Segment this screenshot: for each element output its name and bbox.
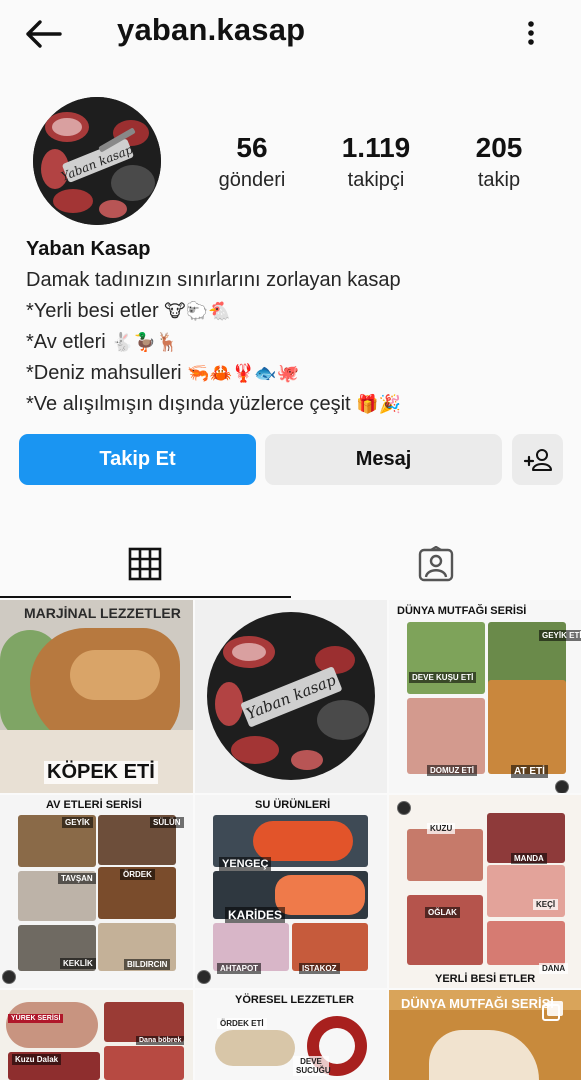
post-tag: GEYİK ETİ <box>539 630 581 641</box>
followers-count[interactable]: 1.119 takipçi <box>326 131 426 195</box>
bio-line-text: *Yerli besi etler <box>26 300 159 322</box>
post-tag: SÜLÜN <box>150 817 184 828</box>
post-tag: TAVŞAN <box>58 873 96 884</box>
tab-tagged[interactable] <box>291 530 581 598</box>
post-tag: YENGEÇ <box>219 857 272 871</box>
follow-button[interactable]: Takip Et <box>19 434 256 485</box>
post-tag: KEKLİK <box>60 958 96 969</box>
post-tag: DOMUZ ETİ <box>427 765 477 776</box>
tab-posts-grid[interactable] <box>0 530 290 598</box>
bio-emoji: 🦐🦀🦞🐟🐙 <box>187 363 300 384</box>
bio-line-text: *Av etleri <box>26 331 106 353</box>
post-tag: DANA <box>539 963 569 974</box>
more-options-icon[interactable] <box>518 16 544 50</box>
brand-logo-icon <box>555 780 569 793</box>
post-tag: GEYİK <box>62 817 93 828</box>
bio-emoji: 🐮🐑🐔 <box>164 301 231 322</box>
profile-avatar[interactable]: Yaban kasap <box>33 97 161 225</box>
post-tag: OĞLAK <box>425 907 460 918</box>
tagged-person-icon <box>418 546 454 582</box>
bio-line: Damak tadınızın sınırlarını zorlayan kas… <box>26 265 566 296</box>
post-title: YÖRESEL LEZZETLER <box>235 994 354 1006</box>
message-button[interactable]: Mesaj <box>265 434 502 485</box>
posts-count-value: 56 <box>236 132 268 163</box>
top-bar: yaban.kasap <box>0 0 581 66</box>
post-tag: YÜREK SERİSİ <box>8 1014 64 1023</box>
post-tag: AT ETİ <box>511 765 548 778</box>
post-title: MARJİNAL LEZZETLER <box>24 605 181 621</box>
profile-bio: Yaban Kasap Damak tadınızın sınırlarını … <box>26 234 566 420</box>
multiple-photos-icon <box>541 1000 565 1022</box>
post-caption: KÖPEK ETİ <box>44 761 158 784</box>
suggested-users-button[interactable] <box>512 434 563 485</box>
bio-emoji: 🐇🦆🦌 <box>111 332 179 353</box>
bio-line-text: Damak tadınızın sınırlarını zorlayan kas… <box>26 269 401 291</box>
followers-count-label: takipçi <box>347 169 405 191</box>
following-count[interactable]: 205 takip <box>458 131 540 195</box>
posts-count[interactable]: 56 gönderi <box>206 131 298 195</box>
bio-line: *Av etleri 🐇🦆🦌 <box>26 327 566 358</box>
following-count-value: 205 <box>475 132 523 163</box>
post-tag: KARİDES <box>225 907 286 923</box>
post-tile[interactable]: Yaban kasap <box>195 600 387 793</box>
post-title: DÜNYA MUTFAĞI SERİSİ <box>401 996 554 1011</box>
bio-line-text: *Deniz mahsulleri <box>26 362 182 384</box>
post-tag: DEVE KUŞU ETİ <box>409 672 477 683</box>
post-tag: BILDIRCIN <box>124 959 171 970</box>
post-tile[interactable]: YÜREK SERİSİ Dana böbrek Kuzu Dalak <box>0 990 193 1080</box>
bio-emoji: 🎁🎉 <box>356 394 401 415</box>
brand-logo-icon <box>397 801 411 815</box>
bio-line: *Deniz mahsulleri 🦐🦀🦞🐟🐙 <box>26 358 566 389</box>
back-arrow-icon[interactable] <box>22 14 66 54</box>
post-title: SU ÜRÜNLERİ <box>255 799 331 811</box>
followers-count-value: 1.119 <box>341 132 411 163</box>
posts-grid: MARJİNAL LEZZETLER KÖPEK ETİ Yaban kasap… <box>0 600 581 1080</box>
post-tile[interactable]: SU ÜRÜNLERİ YENGEÇ KARİDES AHTAPOT ISTAK… <box>195 795 387 988</box>
bio-line-text: *Ve alışılmışın dışında yüzlerce çeşit <box>26 393 351 415</box>
grid-icon <box>128 547 162 581</box>
following-count-label: takip <box>477 169 521 191</box>
add-person-icon <box>523 448 552 471</box>
post-tag: DEVE SUCUĞU <box>293 1056 331 1076</box>
post-tile[interactable]: DÜNYA MUTFAĞI SERİSİ GEYİK ETİ DEVE KUŞU… <box>389 600 581 793</box>
profile-tabs <box>0 530 581 598</box>
post-caption: YERLİ BESİ ETLER <box>435 973 536 985</box>
post-tile[interactable]: KUZU MANDA OĞLAK KEÇİ DANA YERLİ BESİ ET… <box>389 795 581 988</box>
profile-username: yaban.kasap <box>117 12 306 47</box>
post-tile[interactable]: MARJİNAL LEZZETLER KÖPEK ETİ <box>0 600 193 793</box>
post-title: AV ETLERİ SERİSİ <box>46 799 142 811</box>
post-tag: Dana böbrek <box>136 1036 185 1045</box>
post-title: DÜNYA MUTFAĞI SERİSİ <box>397 605 527 617</box>
post-tag: Kuzu Dalak <box>12 1054 62 1065</box>
post-tag: MANDA <box>511 853 547 864</box>
post-tag: ÖRDEK ETİ <box>217 1018 267 1029</box>
post-tag: KUZU <box>427 823 456 834</box>
post-tag: KEÇİ <box>533 899 559 910</box>
brand-logo-icon <box>197 970 211 984</box>
post-tile[interactable]: YÖRESEL LEZZETLER ÖRDEK ETİ DEVE SUCUĞU <box>195 990 387 1080</box>
post-tile[interactable]: DÜNYA MUTFAĞI SERİSİ <box>389 990 581 1080</box>
profile-display-name: Yaban Kasap <box>26 238 151 260</box>
brand-logo-icon <box>2 970 16 984</box>
post-tag: ISTAKOZ <box>299 963 340 974</box>
post-tag: ÖRDEK <box>120 869 155 880</box>
post-tile[interactable]: AV ETLERİ SERİSİ GEYİK SÜLÜN TAVŞAN ÖRDE… <box>0 795 193 988</box>
bio-line: *Ve alışılmışın dışında yüzlerce çeşit 🎁… <box>26 389 566 420</box>
posts-count-label: gönderi <box>218 169 286 191</box>
active-tab-indicator <box>0 596 291 598</box>
post-tag: AHTAPOT <box>217 963 262 974</box>
bio-line: *Yerli besi etler 🐮🐑🐔 <box>26 296 566 327</box>
